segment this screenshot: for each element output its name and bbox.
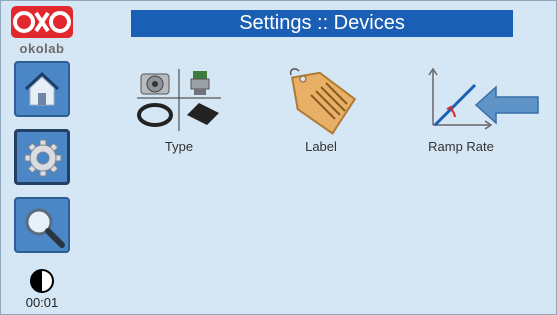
home-button[interactable] [14, 61, 70, 117]
gear-icon [24, 139, 62, 177]
timer: 00:01 [25, 295, 59, 310]
label-tile[interactable]: Label [271, 65, 371, 161]
home-icon [24, 71, 60, 106]
connector-type-icon [137, 69, 221, 131]
label-label: Label [305, 139, 337, 154]
sidebar: okolab 00:01 [5, 3, 79, 312]
type-label: Type [164, 139, 194, 154]
tag-icon [289, 68, 357, 135]
settings-button[interactable] [14, 129, 70, 185]
contrast-icon[interactable] [29, 268, 55, 294]
pointer-arrow-icon [474, 85, 539, 125]
okolab-logo: okolab [10, 5, 74, 56]
ramp-rate-label: Ramp Rate [428, 139, 494, 154]
logo-text: okolab [19, 41, 65, 56]
type-tile[interactable]: Type [129, 65, 229, 161]
page-title: Settings :: Devices [131, 10, 513, 37]
device-screen: okolab 00:01 Settings:: Devices Type La… [0, 0, 557, 315]
search-button[interactable] [14, 197, 70, 253]
magnifier-icon [25, 208, 65, 248]
